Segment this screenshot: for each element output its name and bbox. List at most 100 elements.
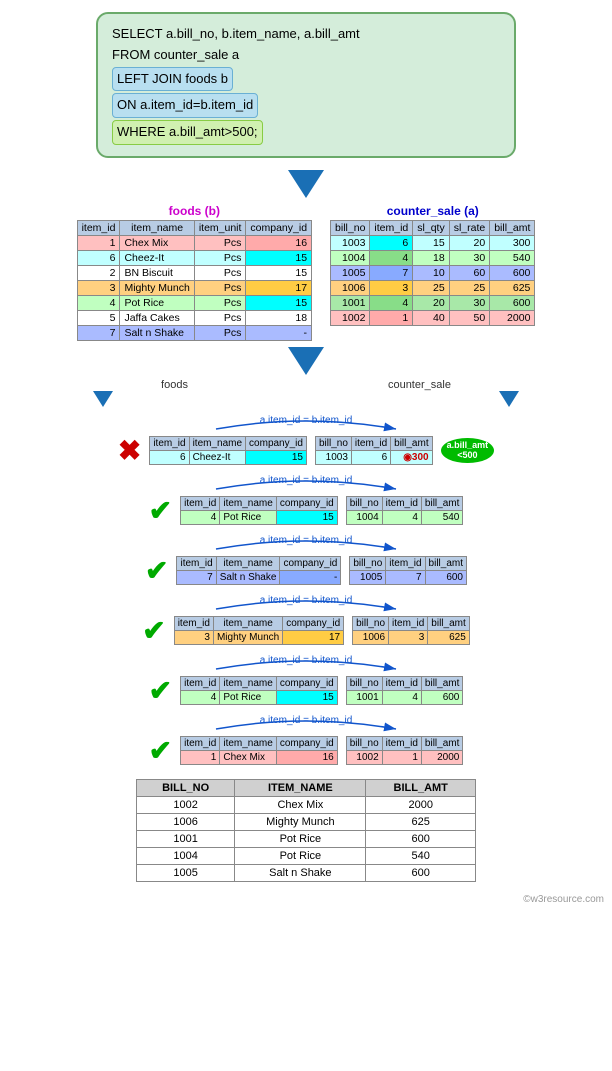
sql-line1: SELECT a.bill_no, b.item_name, a.bill_am… <box>112 24 500 45</box>
svg-text:a.item_id = b.item_id: a.item_id = b.item_id <box>260 415 353 426</box>
foods-item-unit: Pcs <box>194 235 246 250</box>
mini-col-bill-amt: bill_amt <box>421 736 462 750</box>
mini-col-company-id: company_id <box>276 676 337 690</box>
mini-item-id: 4 <box>181 690 220 704</box>
result-col-item-name: ITEM_NAME <box>235 779 366 796</box>
mini-sale-table: bill_no item_id bill_amt 1005 7 600 <box>349 556 467 585</box>
foods-company-id: - <box>246 325 312 340</box>
svg-text:a.item_id = b.item_id: a.item_id = b.item_id <box>260 535 353 546</box>
foods-item-unit: Pcs <box>194 295 246 310</box>
table-row: 1004 Pot Rice 540 <box>137 847 476 864</box>
mini-foods-table: item_id item_name company_id 4 Pot Rice … <box>180 496 338 525</box>
sql-line4: ON a.item_id=b.item_id <box>112 92 500 119</box>
mini-col-bill-amt: bill_amt <box>391 436 432 450</box>
mini-col-bill-no: bill_no <box>350 556 386 570</box>
cs-sl-rate: 20 <box>449 235 490 250</box>
foods-item-name: Chex Mix <box>120 235 194 250</box>
arrow-to-joins <box>0 347 612 375</box>
foods-item-unit: Pcs <box>194 310 246 325</box>
join-example: a.item_id = b.item_id ✔ item_id item_nam… <box>0 471 612 527</box>
mini-bill-no: 1003 <box>315 450 351 464</box>
mini-sale-table: bill_no item_id bill_amt 1002 1 2000 <box>346 736 464 765</box>
mini-bill-amt: 625 <box>428 630 469 644</box>
mini-bill-no: 1002 <box>346 750 382 764</box>
counter-sale-table: bill_no item_id sl_qty sl_rate bill_amt … <box>330 220 535 326</box>
join-condition-row: a.item_id = b.item_id <box>0 711 612 733</box>
list-item: 6 Cheez-It Pcs 15 <box>77 250 311 265</box>
mini-col-bill-amt: bill_amt <box>425 556 466 570</box>
foods-item-name: Salt n Shake <box>120 325 194 340</box>
mini-col-item-id: item_id <box>181 736 220 750</box>
join-example: a.item_id = b.item_id ✖ item_id item_nam… <box>0 411 612 467</box>
mini-col-item-name: item_name <box>220 736 276 750</box>
foods-item-unit: Pcs <box>194 280 246 295</box>
result-col-bill-no: BILL_NO <box>137 779 235 796</box>
counter-sale-source-label: counter_sale <box>388 379 451 391</box>
cs-bill-amt: 540 <box>490 250 535 265</box>
join-tables-row: ✖ item_id item_name company_id 6 Cheez-I… <box>0 434 612 467</box>
mini-col-bill-amt: bill_amt <box>421 496 462 510</box>
result-item-name: Chex Mix <box>235 796 366 813</box>
mini-col-item-name: item_name <box>213 616 282 630</box>
join-tables-row: ✔ item_id item_name company_id 1 Chex Mi… <box>0 734 612 767</box>
list-item: 5 Jaffa Cakes Pcs 18 <box>77 310 311 325</box>
mini-col-item-name: item_name <box>220 676 276 690</box>
join-condition-row: a.item_id = b.item_id <box>0 591 612 613</box>
result-bill-no: 1005 <box>137 864 235 881</box>
foods-company-id: 18 <box>246 310 312 325</box>
cs-bill-no: 1006 <box>331 280 370 295</box>
mini-col-company-id: company_id <box>276 496 337 510</box>
sql-left-join: LEFT JOIN foods b <box>112 67 233 92</box>
result-col-bill-amt: BILL_AMT <box>366 779 476 796</box>
join-example: a.item_id = b.item_id ✔ item_id item_nam… <box>0 651 612 707</box>
result-item-name: Mighty Munch <box>235 813 366 830</box>
mini-col-item-name: item_name <box>189 436 245 450</box>
mini-col-item-id: item_id <box>382 496 421 510</box>
mini-sale-table: bill_no item_id bill_amt 1004 4 540 <box>346 496 464 525</box>
svg-text:a.item_id = b.item_id: a.item_id = b.item_id <box>260 715 353 726</box>
result-bill-amt: 540 <box>366 847 476 864</box>
bill-amt-badge: a.bill_amt <500 <box>441 438 495 464</box>
mini-company-id: - <box>280 570 341 584</box>
mini-item-id: 1 <box>382 750 421 764</box>
svg-text:a.item_id = b.item_id: a.item_id = b.item_id <box>260 655 353 666</box>
foods-item-unit: Pcs <box>194 325 246 340</box>
result-bill-amt: 600 <box>366 830 476 847</box>
mini-sale-table: bill_no item_id bill_amt 1003 6 ◉300 <box>315 436 433 465</box>
mini-col-bill-no: bill_no <box>346 676 382 690</box>
foods-company-id: 15 <box>246 295 312 310</box>
cs-item-id: 6 <box>370 235 413 250</box>
join-condition-row: a.item_id = b.item_id <box>0 531 612 553</box>
result-bill-no: 1004 <box>137 847 235 864</box>
sql-line2: FROM counter_sale a <box>112 45 500 66</box>
list-item: 1004 4 18 30 540 <box>331 250 535 265</box>
check-mark: ✔ <box>142 614 165 647</box>
mini-col-bill-no: bill_no <box>346 736 382 750</box>
join-tables-row: ✔ item_id item_name company_id 7 Salt n … <box>0 554 612 587</box>
cs-sl-qty: 40 <box>413 310 449 325</box>
mini-item-name: Chex Mix <box>220 750 276 764</box>
sql-on: ON a.item_id=b.item_id <box>112 93 258 118</box>
result-bill-amt: 2000 <box>366 796 476 813</box>
counter-sale-table-title: counter_sale (a) <box>330 204 535 218</box>
cs-item-id: 4 <box>370 250 413 265</box>
result-header-row: BILL_NO ITEM_NAME BILL_AMT <box>137 779 476 796</box>
foods-item-id: 4 <box>77 295 120 310</box>
mini-col-item-name: item_name <box>220 496 276 510</box>
mini-foods-table: item_id item_name company_id 3 Mighty Mu… <box>174 616 344 645</box>
cs-bill-amt: 2000 <box>490 310 535 325</box>
foods-source-label: foods <box>161 379 188 391</box>
foods-item-unit: Pcs <box>194 265 246 280</box>
foods-col-item-unit: item_unit <box>194 220 246 235</box>
foods-company-id: 15 <box>246 250 312 265</box>
list-item: 1006 3 25 25 625 <box>331 280 535 295</box>
mini-company-id: 15 <box>246 450 307 464</box>
foods-item-id: 5 <box>77 310 120 325</box>
cs-bill-amt: 300 <box>490 235 535 250</box>
mini-col-item-id: item_id <box>150 436 189 450</box>
mini-company-id: 15 <box>276 690 337 704</box>
check-mark: ✔ <box>149 674 172 707</box>
join-tables-row: ✔ item_id item_name company_id 3 Mighty … <box>0 614 612 647</box>
foods-arrow <box>93 391 113 407</box>
mini-item-id: 6 <box>150 450 189 464</box>
